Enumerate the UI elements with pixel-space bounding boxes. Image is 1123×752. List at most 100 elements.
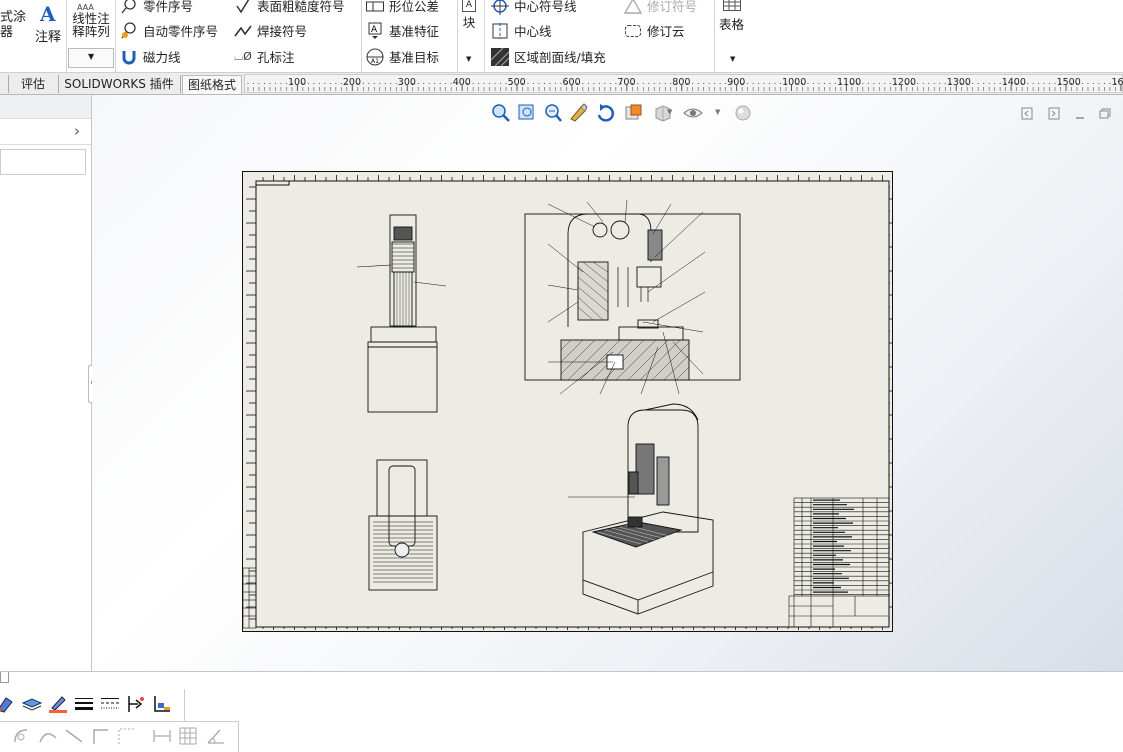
weld-symbol-button[interactable]: 焊接符号 <box>234 21 307 40</box>
title-block <box>788 497 890 628</box>
block-button[interactable]: A 块 <box>462 0 476 31</box>
angle-icon[interactable] <box>206 726 226 746</box>
corner-icon[interactable] <box>90 726 110 746</box>
ruler-label: 900 <box>727 77 746 88</box>
ruler-label: 500 <box>507 77 526 88</box>
datum-feature-button[interactable]: A 基准特征 <box>366 21 439 40</box>
ruler-label: 1100 <box>837 77 862 88</box>
gtol-icon <box>366 0 384 15</box>
color-display-icon[interactable] <box>152 694 172 714</box>
line-thickness-icon[interactable] <box>74 694 94 714</box>
ribbon-divider <box>66 0 67 72</box>
tab-solidworks-addins[interactable]: SOLIDWORKS 插件 <box>60 75 178 94</box>
auto-balloon-button[interactable]: 自动零件序号 <box>120 21 218 40</box>
ruler-label: 1300 <box>946 77 971 88</box>
spline-icon[interactable] <box>38 726 58 746</box>
layer-icon[interactable] <box>21 694 43 714</box>
surface-finish-label: 表面粗糙度符号 <box>257 0 345 14</box>
revision-cloud-button[interactable]: 修订云 <box>624 21 685 40</box>
grid-icon[interactable] <box>178 726 198 746</box>
block-icon: A <box>462 0 476 12</box>
linear-pattern-label-2: 释阵列 <box>72 24 110 39</box>
hide-show-icon[interactable] <box>683 103 703 123</box>
linear-pattern-button[interactable]: AAA 线性注 释阵列 <box>67 0 115 38</box>
line-color-icon[interactable] <box>48 694 68 714</box>
drawing-sheet[interactable] <box>242 171 893 632</box>
hatch-icon <box>491 47 509 66</box>
window-controls-svg <box>1021 107 1111 120</box>
ribbon-divider <box>115 0 116 72</box>
centerline-label: 中心线 <box>514 24 552 39</box>
panel-tree-row[interactable]: › <box>0 121 91 145</box>
line-icon[interactable] <box>64 726 84 746</box>
arc-icon[interactable] <box>12 726 32 746</box>
chevron-down-icon[interactable]: ▼ <box>667 108 672 116</box>
gtol-button[interactable]: 形位公差 <box>366 0 439 15</box>
surface-finish-icon <box>234 0 252 15</box>
annotation-label: 注释 <box>35 30 62 45</box>
tab-divider <box>8 75 9 93</box>
restore-icon[interactable] <box>1099 108 1111 119</box>
revision-symbol-icon <box>624 0 642 15</box>
zoom-to-area-icon[interactable] <box>517 103 537 123</box>
sketch-toolbar <box>0 726 236 748</box>
ruler-label: 700 <box>617 77 636 88</box>
format-painter-button[interactable]: 式涂 器 <box>0 10 26 40</box>
chevron-down-icon[interactable]: ▼ <box>715 108 720 116</box>
revision-symbol-button[interactable]: 修订符号 <box>624 0 697 15</box>
annotation-button[interactable]: A 注释 <box>35 2 61 45</box>
linear-pattern-dropdown[interactable]: ▼ <box>68 48 114 68</box>
dimension-icon[interactable] <box>152 726 172 746</box>
ribbon-divider <box>714 0 715 72</box>
magnetic-line-label: 磁力线 <box>143 50 181 65</box>
ruler-label: 600 <box>562 77 581 88</box>
auto-balloon-icon <box>120 21 138 40</box>
balloon-label: 零件序号 <box>143 0 194 14</box>
toolbar-divider <box>184 689 185 721</box>
centerline-tool-icon[interactable] <box>116 726 136 746</box>
datum-feature-icon: A <box>366 22 384 40</box>
zoom-in-out-icon[interactable] <box>543 103 563 123</box>
datum-target-button[interactable]: A1 基准目标 <box>366 47 439 66</box>
appearance-icon[interactable] <box>733 103 753 123</box>
hole-callout-button[interactable]: ⌴Ø 孔标注 <box>234 47 294 66</box>
prev-window-icon[interactable] <box>1021 107 1033 120</box>
tab-sheet-format[interactable]: 图纸格式 <box>182 75 242 94</box>
chevron-down-icon[interactable]: ▼ <box>730 55 735 63</box>
table-button[interactable]: 表格 <box>719 0 744 33</box>
center-mark-button[interactable]: 中心符号线 <box>491 0 577 15</box>
hide-edge-icon[interactable] <box>126 694 146 714</box>
magnet-icon <box>120 48 138 66</box>
border-zone-ticks <box>246 175 892 630</box>
area-hatch-label: 区域剖面线/填充 <box>514 50 606 65</box>
pan-icon[interactable] <box>569 103 589 123</box>
zoom-to-fit-icon[interactable] <box>491 103 511 123</box>
rotate-icon[interactable] <box>595 103 615 123</box>
revision-cloud-label: 修订云 <box>647 24 685 39</box>
toolbar-handle-icon <box>0 672 9 683</box>
magnetic-line-button[interactable]: 磁力线 <box>120 47 181 66</box>
tab-evaluate[interactable]: 评估 <box>10 75 56 94</box>
window-controls <box>1020 106 1120 122</box>
hole-callout-icon: ⌴Ø <box>234 49 252 63</box>
next-window-icon[interactable] <box>1048 107 1060 120</box>
section-view-icon[interactable] <box>623 103 643 123</box>
panel-header <box>0 95 91 119</box>
balloon-button[interactable]: 零件序号 <box>120 0 193 15</box>
weld-symbol-label: 焊接符号 <box>257 24 308 39</box>
line-style2-icon[interactable] <box>100 694 120 714</box>
line-style-icon[interactable] <box>0 694 16 714</box>
balloon-icon <box>120 0 138 15</box>
panel-filter-input[interactable] <box>0 149 86 175</box>
chevron-right-icon: › <box>74 122 80 140</box>
ribbon-divider <box>361 0 362 72</box>
area-hatch-button[interactable]: 区域剖面线/填充 <box>491 47 606 66</box>
chevron-down-icon[interactable]: ▼ <box>466 55 471 63</box>
center-mark-icon <box>491 0 509 15</box>
gtol-label: 形位公差 <box>389 0 440 14</box>
datum-target-label: 基准目标 <box>389 50 440 65</box>
centerline-button[interactable]: 中心线 <box>491 21 552 40</box>
ruler-label: 300 <box>397 77 416 88</box>
surface-finish-button[interactable]: 表面粗糙度符号 <box>234 0 345 15</box>
tab-divider <box>180 75 181 93</box>
